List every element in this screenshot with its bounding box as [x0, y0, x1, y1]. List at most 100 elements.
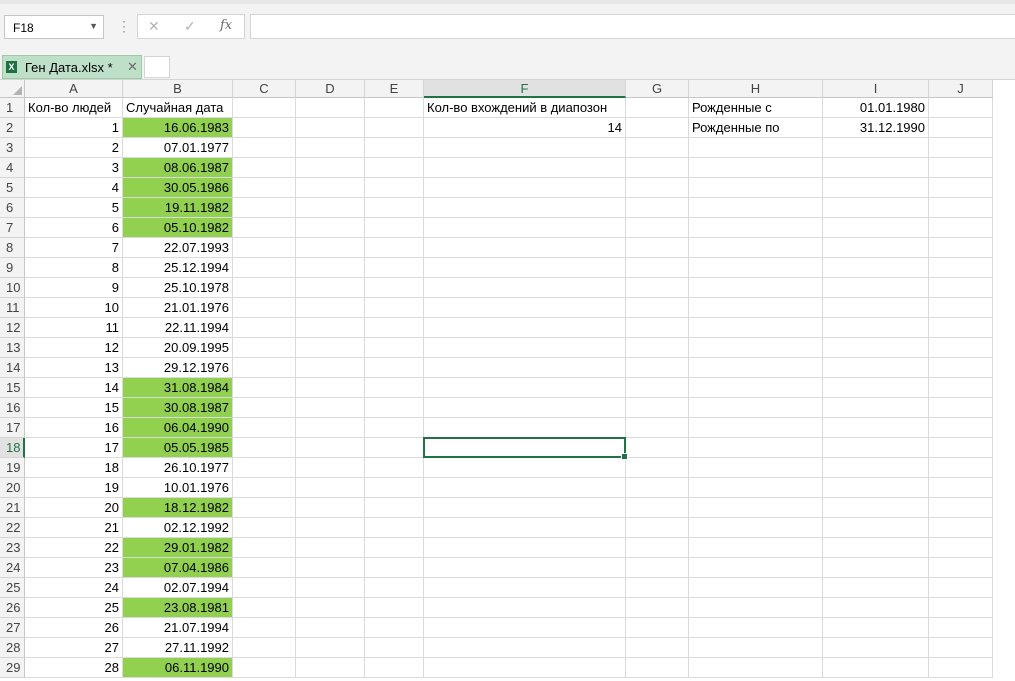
cell-i23[interactable]	[823, 538, 929, 558]
cell-e17[interactable]	[365, 418, 424, 438]
row-header-16[interactable]: 16	[0, 398, 25, 418]
cell-g21[interactable]	[626, 498, 689, 518]
column-header-b[interactable]: B	[123, 80, 233, 98]
cell-g11[interactable]	[626, 298, 689, 318]
cell-f9[interactable]	[424, 258, 626, 278]
cell-f4[interactable]	[424, 158, 626, 178]
cell-d10[interactable]	[296, 278, 365, 298]
cell-e2[interactable]	[365, 118, 424, 138]
row-header-3[interactable]: 3	[0, 138, 25, 158]
cell-g3[interactable]	[626, 138, 689, 158]
column-header-d[interactable]: D	[296, 80, 365, 98]
cell-b25[interactable]: 02.07.1994	[123, 578, 233, 598]
cell-e26[interactable]	[365, 598, 424, 618]
cell-d23[interactable]	[296, 538, 365, 558]
column-header-i[interactable]: I	[823, 80, 929, 98]
cell-i25[interactable]	[823, 578, 929, 598]
close-icon[interactable]: ✕	[127, 59, 138, 75]
cell-b28[interactable]: 27.11.1992	[123, 638, 233, 658]
cell-i14[interactable]	[823, 358, 929, 378]
cell-b7[interactable]: 05.10.1982	[123, 218, 233, 238]
cell-j18[interactable]	[929, 438, 993, 458]
cell-c8[interactable]	[233, 238, 296, 258]
cell-c27[interactable]	[233, 618, 296, 638]
cell-d2[interactable]	[296, 118, 365, 138]
cell-f1[interactable]: Кол-во вхождений в диапозон	[424, 98, 626, 118]
cell-f22[interactable]	[424, 518, 626, 538]
cell-c14[interactable]	[233, 358, 296, 378]
cell-b24[interactable]: 07.04.1986	[123, 558, 233, 578]
cell-j21[interactable]	[929, 498, 993, 518]
cell-c29[interactable]	[233, 658, 296, 678]
column-header-a[interactable]: A	[25, 80, 123, 98]
cell-c23[interactable]	[233, 538, 296, 558]
row-header-7[interactable]: 7	[0, 218, 25, 238]
cell-g6[interactable]	[626, 198, 689, 218]
cell-b18[interactable]: 05.05.1985	[123, 438, 233, 458]
cell-j19[interactable]	[929, 458, 993, 478]
cell-e1[interactable]	[365, 98, 424, 118]
cell-g16[interactable]	[626, 398, 689, 418]
enter-icon[interactable]: ✓	[184, 18, 196, 35]
cell-e29[interactable]	[365, 658, 424, 678]
name-box[interactable]: F18 ▼	[4, 15, 104, 39]
cell-i4[interactable]	[823, 158, 929, 178]
chevron-down-icon[interactable]: ▼	[89, 21, 98, 31]
cell-d27[interactable]	[296, 618, 365, 638]
row-header-20[interactable]: 20	[0, 478, 25, 498]
cell-b21[interactable]: 18.12.1982	[123, 498, 233, 518]
row-header-27[interactable]: 27	[0, 618, 25, 638]
cell-c28[interactable]	[233, 638, 296, 658]
cell-b9[interactable]: 25.12.1994	[123, 258, 233, 278]
cell-b16[interactable]: 30.08.1987	[123, 398, 233, 418]
cell-e15[interactable]	[365, 378, 424, 398]
cell-f21[interactable]	[424, 498, 626, 518]
cell-g15[interactable]	[626, 378, 689, 398]
cell-f2[interactable]: 14	[424, 118, 626, 138]
cell-c16[interactable]	[233, 398, 296, 418]
cell-b2[interactable]: 16.06.1983	[123, 118, 233, 138]
cell-h19[interactable]	[689, 458, 823, 478]
cell-g5[interactable]	[626, 178, 689, 198]
row-header-14[interactable]: 14	[0, 358, 25, 378]
workbook-tab[interactable]: X Ген Дата.xlsx * ✕	[2, 55, 142, 79]
cell-d1[interactable]	[296, 98, 365, 118]
cell-c4[interactable]	[233, 158, 296, 178]
cell-j9[interactable]	[929, 258, 993, 278]
row-header-2[interactable]: 2	[0, 118, 25, 138]
cell-e14[interactable]	[365, 358, 424, 378]
cell-c2[interactable]	[233, 118, 296, 138]
cell-j5[interactable]	[929, 178, 993, 198]
cell-b26[interactable]: 23.08.1981	[123, 598, 233, 618]
cell-h11[interactable]	[689, 298, 823, 318]
cell-h21[interactable]	[689, 498, 823, 518]
cell-h29[interactable]	[689, 658, 823, 678]
cell-i24[interactable]	[823, 558, 929, 578]
cell-i1[interactable]: 01.01.1980	[823, 98, 929, 118]
cell-e13[interactable]	[365, 338, 424, 358]
column-header-h[interactable]: H	[689, 80, 823, 98]
cell-i12[interactable]	[823, 318, 929, 338]
cell-f26[interactable]	[424, 598, 626, 618]
cell-h6[interactable]	[689, 198, 823, 218]
cell-h28[interactable]	[689, 638, 823, 658]
cell-c13[interactable]	[233, 338, 296, 358]
cell-g20[interactable]	[626, 478, 689, 498]
cell-e22[interactable]	[365, 518, 424, 538]
cell-i9[interactable]	[823, 258, 929, 278]
cell-e23[interactable]	[365, 538, 424, 558]
cell-g7[interactable]	[626, 218, 689, 238]
cell-f17[interactable]	[424, 418, 626, 438]
cell-a6[interactable]: 5	[25, 198, 123, 218]
row-header-29[interactable]: 29	[0, 658, 25, 678]
row-header-23[interactable]: 23	[0, 538, 25, 558]
cell-e5[interactable]	[365, 178, 424, 198]
cell-d29[interactable]	[296, 658, 365, 678]
cell-b19[interactable]: 26.10.1977	[123, 458, 233, 478]
row-header-5[interactable]: 5	[0, 178, 25, 198]
cell-f28[interactable]	[424, 638, 626, 658]
cell-d19[interactable]	[296, 458, 365, 478]
cell-g25[interactable]	[626, 578, 689, 598]
cell-i28[interactable]	[823, 638, 929, 658]
row-header-25[interactable]: 25	[0, 578, 25, 598]
